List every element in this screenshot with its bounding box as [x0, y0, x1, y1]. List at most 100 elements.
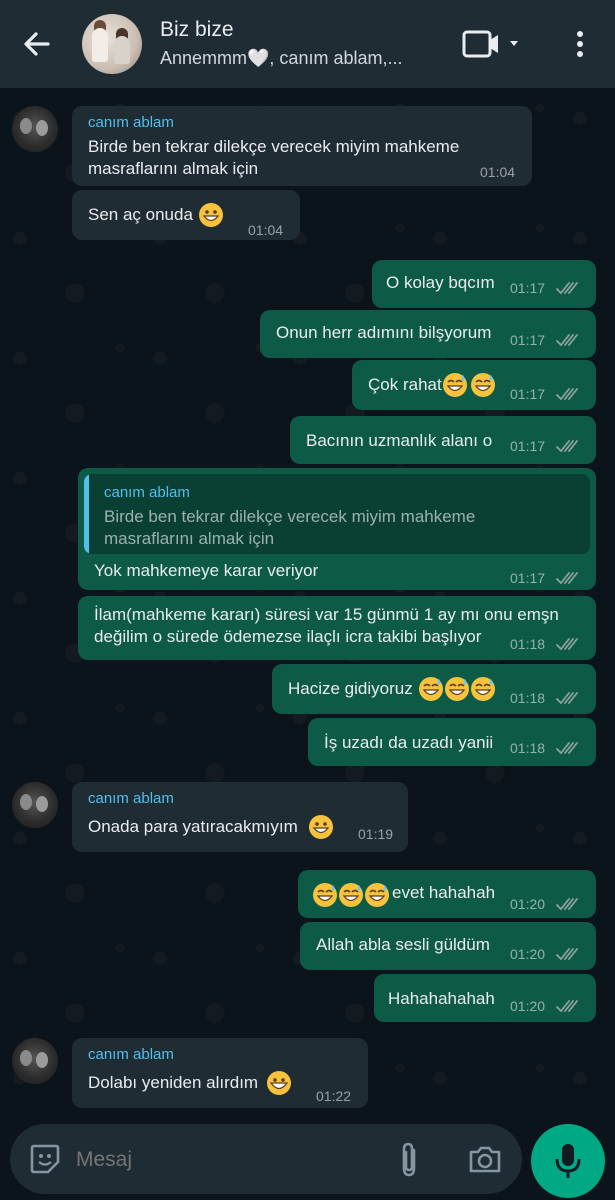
- message-time: 01:20: [510, 896, 546, 912]
- message-composer[interactable]: [10, 1124, 522, 1194]
- message-text: Yok mahkemeye karar veriyor: [94, 561, 319, 580]
- quoted-text-line: masraflarını almak için: [104, 529, 275, 548]
- avatar-face: [20, 1050, 32, 1066]
- double-check-icon: [556, 440, 578, 453]
- more-vertical-icon[interactable]: [566, 26, 594, 62]
- sticker-icon[interactable]: [28, 1142, 62, 1176]
- chat-header: Biz bize Annemmm🤍, canım ablam,...: [0, 0, 615, 88]
- double-check-icon: [556, 1000, 578, 1013]
- sweat-smile-emoji-icon: [313, 883, 337, 907]
- message-bubble-outgoing[interactable]: evet hahahah 01:20: [298, 870, 596, 918]
- paperclip-icon[interactable]: [394, 1140, 424, 1180]
- chat-participants[interactable]: Annemmm🤍, canım ablam,...: [160, 48, 402, 69]
- message-input[interactable]: [74, 1136, 378, 1184]
- message-text: Onun herr adımını bilşyorum: [276, 323, 492, 342]
- message-time: 01:19: [358, 826, 394, 842]
- quote-accent-bar: [84, 474, 89, 554]
- double-check-icon: [556, 388, 578, 401]
- grinning-face-emoji-icon: [267, 1071, 291, 1095]
- message-bubble-incoming[interactable]: canım ablam Birde ben tekrar dilekçe ver…: [72, 106, 532, 186]
- message-bubble-incoming[interactable]: canım ablam Onada para yatıracakmıyım 01…: [72, 782, 408, 852]
- message-time: 01:20: [510, 946, 546, 962]
- quoted-text-line: Birde ben tekrar dilekçe verecek miyim m…: [104, 507, 476, 526]
- message-time: 01:22: [316, 1088, 352, 1104]
- message-bubble-outgoing[interactable]: Allah abla sesli güldüm 01:20: [300, 922, 596, 970]
- chat-title[interactable]: Biz bize: [160, 18, 234, 42]
- message-bubble-outgoing[interactable]: İş uzadı da uzadı yanii 01:18: [308, 718, 596, 766]
- sweat-smile-emoji-icon: [365, 883, 389, 907]
- avatar-face: [36, 120, 48, 136]
- message-time: 01:17: [510, 570, 546, 586]
- caret-down-icon: [510, 41, 518, 46]
- message-bubble-incoming[interactable]: Sen aç onuda 01:04: [72, 190, 300, 240]
- avatar-face: [20, 118, 32, 134]
- grinning-face-emoji-icon: [199, 203, 223, 227]
- sender-avatar[interactable]: [12, 106, 58, 152]
- microphone-icon: [555, 1144, 581, 1178]
- sweat-smile-emoji-icon: [445, 677, 469, 701]
- message-text: Onada para yatıracakmıyım: [88, 817, 298, 836]
- double-check-icon: [556, 334, 578, 347]
- message-bubble-outgoing[interactable]: İlam(mahkeme kararı) süresi var 15 günmü…: [78, 596, 596, 660]
- message-time: 01:04: [480, 164, 516, 180]
- message-text-line: Birde ben tekrar dilekçe verecek miyim m…: [88, 137, 460, 156]
- message-time: 01:17: [510, 386, 546, 402]
- message-time: 01:18: [510, 690, 546, 706]
- message-text: Hahahahahah: [388, 989, 495, 1008]
- message-bubble-outgoing[interactable]: Hacize gidiyoruz 01:18: [272, 664, 596, 714]
- message-text: İş uzadı da uzadı yanii: [324, 733, 494, 752]
- message-bubble-outgoing[interactable]: Hahahahahah 01:20: [374, 974, 596, 1022]
- message-time: 01:20: [510, 998, 546, 1014]
- message-bubble-incoming[interactable]: canım ablam Dolabı yeniden alırdım 01:22: [72, 1038, 368, 1108]
- message-bubble-outgoing[interactable]: O kolay bqcım 01:17: [372, 260, 596, 308]
- sweat-smile-emoji-icon: [419, 677, 443, 701]
- message-sender: canım ablam: [88, 114, 174, 131]
- double-check-icon: [556, 692, 578, 705]
- message-time: 01:04: [248, 222, 284, 238]
- avatar-figure: [114, 36, 130, 64]
- message-text: Bacının uzmanlık alanı o: [306, 431, 493, 450]
- message-text-line: masraflarını almak için: [88, 159, 259, 178]
- grinning-face-emoji-icon: [309, 815, 333, 839]
- message-time: 01:17: [510, 438, 546, 454]
- double-check-icon: [556, 898, 578, 911]
- message-text: Çok rahat: [368, 375, 442, 394]
- camera-icon[interactable]: [468, 1144, 502, 1174]
- group-avatar[interactable]: [82, 14, 142, 74]
- message-text: Hacize gidiyoruz: [288, 679, 413, 698]
- avatar-face: [20, 794, 32, 810]
- message-time: 01:17: [510, 332, 546, 348]
- message-list[interactable]: canım ablam Birde ben tekrar dilekçe ver…: [0, 88, 615, 1118]
- message-text-line: değilim o sürede ödemezse ilaçlı icra ta…: [94, 627, 482, 646]
- message-text: evet hahahah: [392, 883, 496, 902]
- sweat-smile-emoji-icon: [339, 883, 363, 907]
- message-text-line: İlam(mahkeme kararı) süresi var 15 günmü…: [94, 605, 559, 624]
- avatar-figure: [92, 28, 108, 62]
- message-text: Birde ben tekrar dilekçe verecek miyim m…: [88, 136, 459, 180]
- sweat-smile-emoji-icon: [443, 373, 467, 397]
- message-time: 01:18: [510, 636, 546, 652]
- message-bubble-outgoing[interactable]: canım ablam Birde ben tekrar dilekçe ver…: [78, 468, 596, 590]
- message-bubble-outgoing[interactable]: Onun herr adımını bilşyorum 01:17: [260, 310, 596, 358]
- sweat-smile-emoji-icon: [471, 373, 495, 397]
- avatar-face: [36, 1052, 48, 1068]
- video-camera-icon[interactable]: [460, 26, 530, 62]
- message-text: İlam(mahkeme kararı) süresi var 15 günmü…: [94, 604, 559, 648]
- sender-avatar[interactable]: [12, 1038, 58, 1084]
- voice-record-button[interactable]: [531, 1124, 605, 1198]
- sweat-smile-emoji-icon: [471, 677, 495, 701]
- message-bubble-outgoing[interactable]: Bacının uzmanlık alanı o 01:17: [290, 416, 596, 464]
- quoted-sender: canım ablam: [104, 484, 190, 501]
- double-check-icon: [556, 572, 578, 585]
- message-bubble-outgoing[interactable]: Çok rahat 01:17: [352, 360, 596, 410]
- sender-avatar[interactable]: [12, 782, 58, 828]
- quoted-text: Birde ben tekrar dilekçe verecek miyim m…: [104, 506, 475, 550]
- message-sender: canım ablam: [88, 1046, 174, 1063]
- double-check-icon: [556, 282, 578, 295]
- message-text: O kolay bqcım: [386, 273, 495, 292]
- double-check-icon: [556, 638, 578, 651]
- double-check-icon: [556, 742, 578, 755]
- avatar-face: [36, 796, 48, 812]
- quoted-message[interactable]: canım ablam Birde ben tekrar dilekçe ver…: [84, 474, 590, 554]
- arrow-left-icon[interactable]: [18, 26, 58, 62]
